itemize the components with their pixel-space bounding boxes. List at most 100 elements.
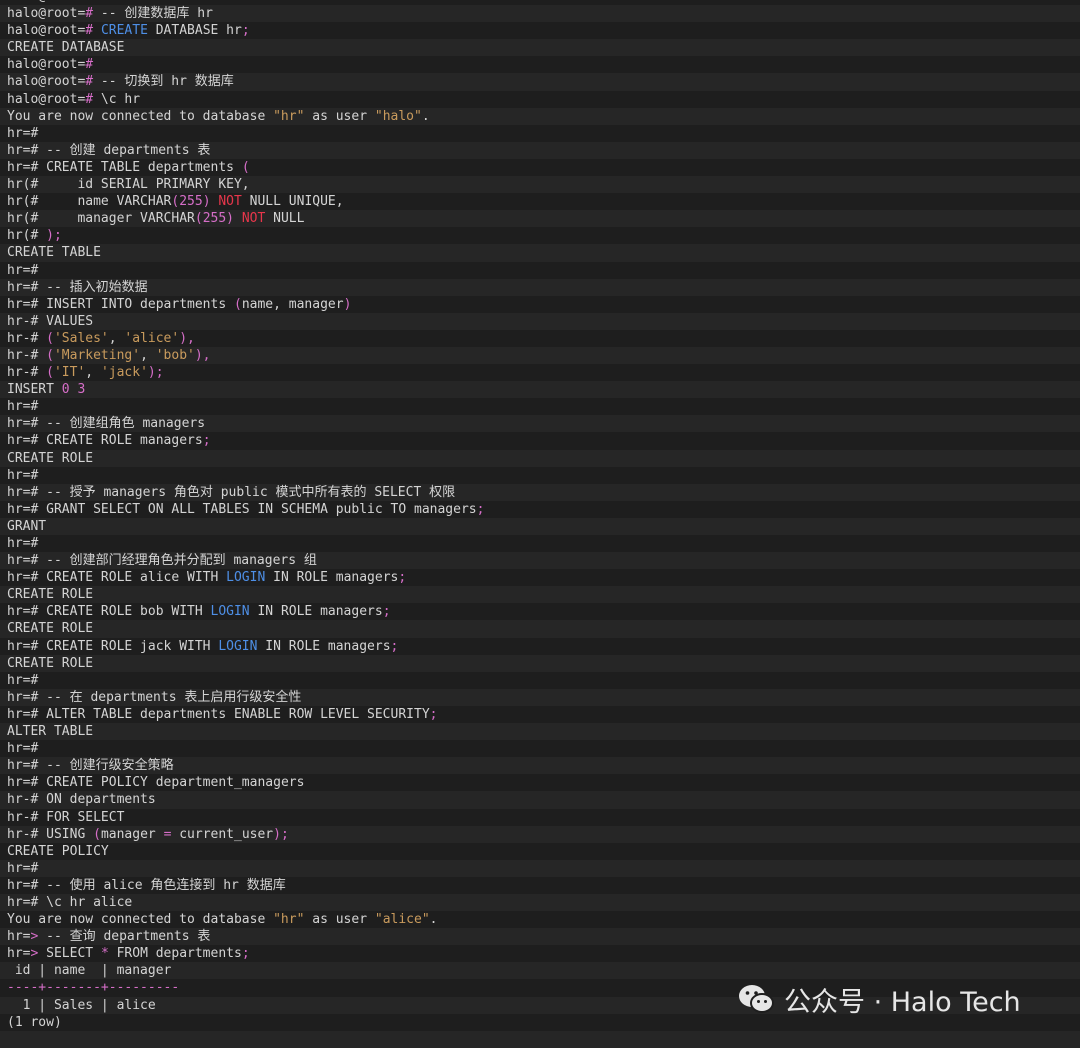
- terminal-text-segment: -- 创建 departments 表: [38, 142, 211, 158]
- terminal-text-segment: ALTER TABLE departments ENABLE ROW LEVEL…: [38, 706, 430, 722]
- terminal-text-segment: hr=#: [7, 741, 39, 757]
- terminal-text-segment: -- 创建行级安全策略: [38, 758, 174, 774]
- terminal-text-segment: VALUES: [38, 313, 94, 329]
- terminal-line: hr=# GRANT SELECT ON ALL TABLES IN SCHEM…: [0, 500, 1080, 518]
- terminal-text-segment: INSERT INTO departments: [38, 296, 234, 312]
- terminal-line: hr=# -- 创建组角色 managers: [0, 415, 1080, 433]
- terminal-text-segment: -- 切换到 hr 数据库: [93, 74, 234, 90]
- terminal-text-segment: ): [226, 211, 234, 227]
- terminal-text-segment: hr(: [7, 177, 31, 193]
- terminal-text-segment: halo@root=: [7, 23, 86, 39]
- terminal-text-segment: hr=#: [7, 860, 39, 876]
- terminal-text-segment: 'bob': [155, 347, 195, 363]
- terminal-text-segment: 255: [179, 194, 203, 210]
- terminal-text-segment: ,: [140, 347, 156, 363]
- terminal-text-segment: as user: [304, 912, 375, 928]
- terminal-text-segment: DATABASE hr: [147, 23, 242, 39]
- terminal-text-segment: hr-#: [7, 313, 39, 329]
- terminal-text-segment: ;: [429, 706, 438, 722]
- terminal-text-segment: id | name | manager: [7, 963, 172, 979]
- terminal-text-segment: ALTER TABLE: [7, 724, 94, 740]
- terminal-line: hr(# );: [0, 227, 1080, 245]
- terminal-text-segment: ): [202, 194, 211, 210]
- terminal-text-segment: id SERIAL PRIMARY KEY,: [38, 177, 250, 193]
- terminal-text-segment: NOT: [241, 211, 266, 227]
- terminal-line: halo@root=# \c hr: [0, 90, 1080, 108]
- terminal-line: hr=# -- 创建 departments 表: [0, 141, 1080, 159]
- terminal-text-segment: LOGIN: [210, 604, 250, 620]
- terminal-text-segment: -- 创建组角色 managers: [38, 416, 206, 432]
- terminal-line: hr=# -- 插入初始数据: [0, 278, 1080, 296]
- terminal-text-segment: LOGIN: [218, 638, 258, 654]
- terminal-text-segment: ,: [85, 365, 101, 381]
- terminal-text-segment: CREATE DATABASE: [7, 40, 125, 56]
- terminal-text-segment: #: [85, 91, 94, 107]
- terminal-text-segment: (: [194, 211, 203, 227]
- terminal-line: hr=# CREATE POLICY department_managers: [0, 774, 1080, 792]
- terminal-text-segment: (: [46, 365, 54, 381]
- terminal-text-segment: IN ROLE managers: [257, 638, 391, 654]
- terminal-text-segment: hr=#: [7, 706, 39, 722]
- wechat-icon: [739, 985, 774, 1013]
- terminal-text-segment: CREATE ROLE: [7, 621, 94, 637]
- terminal-text-segment: You are now connected to database: [7, 912, 274, 928]
- terminal-line: You are now connected to database "hr" a…: [0, 911, 1080, 929]
- terminal-text-segment: ): [343, 296, 352, 312]
- terminal-line: CREATE TABLE: [0, 244, 1080, 262]
- terminal-text-segment: ;: [390, 638, 399, 654]
- terminal-line: CREATE ROLE: [0, 620, 1080, 638]
- terminal-text-segment: *: [100, 946, 109, 962]
- terminal-text-segment: as user: [304, 108, 375, 124]
- terminal-text-segment: halo@root=: [7, 57, 86, 73]
- terminal-line: hr=# -- 在 departments 表上启用行级安全性: [0, 688, 1080, 706]
- terminal-text-segment: ;: [382, 604, 391, 620]
- terminal-line: INSERT 0 3: [0, 381, 1080, 399]
- terminal-text-segment: ;: [241, 946, 250, 962]
- terminal-line: halo@root=# CREATE DATABASE hr;: [0, 22, 1080, 40]
- terminal-text-segment: FROM departments: [108, 946, 242, 962]
- terminal-text-segment: "halo": [374, 108, 422, 124]
- watermark: 公众号 · Halo Tech: [736, 978, 1021, 1020]
- terminal-text-segment: hr-#: [7, 809, 39, 825]
- terminal-text-segment: hr-#: [7, 347, 39, 363]
- terminal-text-segment: CREATE ROLE managers: [38, 433, 203, 449]
- terminal-text-segment: halo@root=: [7, 91, 86, 107]
- terminal-line: hr=#: [0, 740, 1080, 758]
- terminal-text-segment: -- 使用 alice 角色连接到 hr 数据库: [38, 877, 286, 893]
- terminal-text-segment: );: [46, 228, 62, 244]
- terminal-text-segment: manager VARCHAR: [38, 211, 195, 227]
- terminal-text-segment: -- 创建部门经理角色并分配到 managers 组: [38, 553, 317, 569]
- terminal-text-segment: halo@root=: [7, 6, 86, 22]
- terminal-line: hr-# FOR SELECT: [0, 808, 1080, 826]
- terminal-text-segment: hr=#: [7, 775, 39, 791]
- terminal-text-segment: manager: [100, 826, 164, 842]
- terminal-text-segment: GRANT: [7, 518, 47, 534]
- terminal-text-segment: 1 | Sales | alice: [7, 997, 156, 1013]
- terminal-text-segment: hr=#: [7, 501, 39, 517]
- terminal-line: hr=#: [0, 671, 1080, 689]
- terminal-text-segment: hr=#: [7, 296, 39, 312]
- terminal-text-segment: #: [85, 6, 94, 22]
- terminal-text-segment: hr=#: [7, 416, 39, 432]
- terminal-text-segment: hr=: [7, 946, 31, 962]
- terminal-text-segment: hr=#: [7, 125, 39, 141]
- terminal-text-segment: CREATE TABLE departments: [38, 159, 242, 175]
- terminal-line: hr=# CREATE ROLE managers;: [0, 432, 1080, 450]
- terminal-line: CREATE ROLE: [0, 654, 1080, 672]
- terminal-line: hr=# INSERT INTO departments (name, mana…: [0, 295, 1080, 313]
- terminal-line: id | name | manager: [0, 962, 1080, 980]
- terminal-text-segment: CREATE ROLE: [7, 450, 94, 466]
- terminal-line: ALTER TABLE: [0, 723, 1080, 741]
- terminal-text-segment: ),: [179, 330, 195, 346]
- terminal-text-segment: 'jack': [100, 365, 148, 381]
- terminal-window[interactable]: halo@root=#halo@root=# -- 创建数据库 hrhalo@r…: [0, 0, 1080, 1048]
- terminal-text-segment: CREATE ROLE: [7, 587, 94, 603]
- terminal-line: hr=# -- 授予 managers 角色对 public 模式中所有表的 S…: [0, 483, 1080, 501]
- terminal-text-segment: hr=#: [7, 877, 39, 893]
- terminal-text-segment: #: [85, 57, 94, 73]
- terminal-text-segment: USING: [38, 826, 94, 842]
- terminal-text-segment: 255: [202, 211, 227, 227]
